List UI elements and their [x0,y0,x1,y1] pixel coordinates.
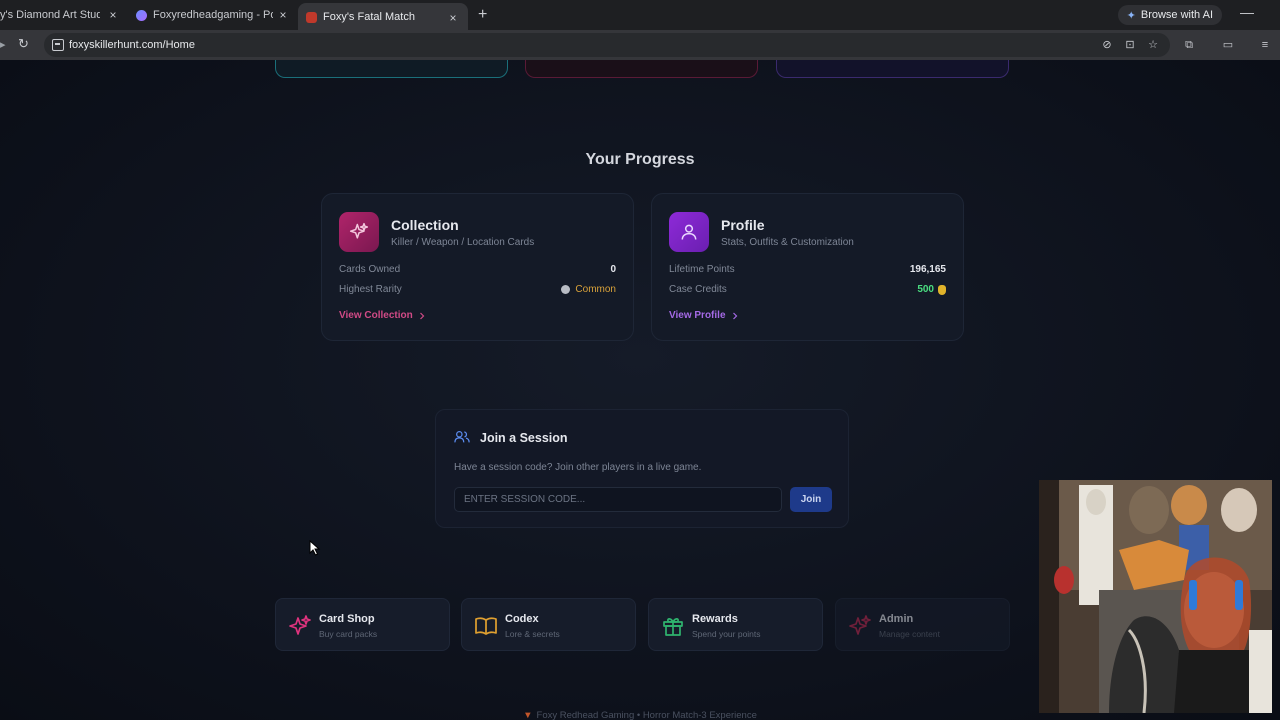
join-session-description: Have a session code? Join other players … [454,462,702,473]
highest-rarity-value: Common [575,284,616,295]
profile-card: Profile Stats, Outfits & Customization L… [651,193,964,341]
highest-rarity-row: Highest Rarity Common [339,284,616,298]
new-tab-button[interactable]: + [478,6,487,24]
join-session-panel: Join a Session Have a session code? Join… [435,409,849,528]
join-button[interactable]: Join [790,487,832,512]
case-credits-label: Case Credits [669,284,727,295]
view-profile-link[interactable]: View Profile [669,310,739,321]
rarity-badge: Common [561,284,616,295]
rewards-link[interactable]: Rewards Spend your points [648,598,823,651]
rewards-title: Rewards [692,613,738,625]
admin-link[interactable]: Admin Manage content [835,598,1010,651]
profile-title: Profile [721,217,765,233]
collection-title: Collection [391,217,459,233]
case-credits-row: Case Credits 500 [669,284,946,298]
case-credits: 500 [917,284,946,295]
top-card[interactable] [275,60,508,78]
eye-off-icon[interactable]: ⊘ [1100,38,1114,52]
forward-icon[interactable]: ▸ [0,38,6,51]
collection-subtitle: Killer / Weapon / Location Cards [391,237,535,248]
cards-owned-row: Cards Owned 0 [339,264,616,278]
lifetime-points-label: Lifetime Points [669,264,735,275]
tab-foxyredheadgaming-poster[interactable]: Foxyredheadgaming - Poster (U × [128,0,298,30]
reload-icon[interactable]: ↻ [18,36,29,52]
codex-subtitle: Lore & secrets [505,629,560,639]
admin-title: Admin [879,613,914,625]
profile-subtitle: Stats, Outfits & Customization [721,237,854,248]
codex-link[interactable]: Codex Lore & secrets [461,598,636,651]
close-icon[interactable]: × [106,8,120,22]
browse-with-ai-label: Browse with AI [1140,9,1213,21]
gift-icon [663,618,683,636]
top-card[interactable] [776,60,1009,78]
browser-tab-bar: y's Diamond Art Studio × Foxyredheadgami… [0,0,1280,31]
browser-toolbar: ▸ ↻ foxyskillerhunt.com/Home ⊘ ⊡ ☆ ⧉ ▭ ≡ [0,30,1280,60]
close-icon[interactable]: × [446,11,460,25]
tab-diamond-art-studio[interactable]: y's Diamond Art Studio × [0,0,128,30]
join-session-title: Join a Session [480,431,568,445]
sparkle-icon [849,615,871,635]
view-collection-link[interactable]: View Collection [339,310,426,321]
case-credits-value: 500 [917,284,934,295]
chevron-right-icon [419,312,425,319]
install-app-icon[interactable]: ⊡ [1123,38,1137,52]
webcam-image [1039,480,1272,713]
address-bar[interactable]: foxyskillerhunt.com/Home ⊘ ⊡ ☆ [44,33,1170,57]
cards-owned-value: 0 [610,264,616,275]
split-view-icon[interactable]: ▭ [1221,38,1235,52]
tab-title: Foxy's Fatal Match [323,11,415,23]
card-shop-link[interactable]: Card Shop Buy card packs [275,598,450,651]
sparkle-icon: ✦ [1126,9,1136,22]
view-collection-label: View Collection [339,310,413,321]
url-text[interactable]: foxyskillerhunt.com/Home [69,39,195,51]
section-title: Your Progress [585,151,695,168]
users-icon [454,431,470,443]
tab-title: Foxyredheadgaming - Poster (U [153,9,273,21]
view-profile-label: View Profile [669,310,726,321]
rewards-subtitle: Spend your points [692,629,761,639]
session-code-input[interactable] [454,487,782,512]
close-icon[interactable]: × [276,8,290,22]
site-info-icon[interactable] [52,39,64,51]
money-bag-icon [938,284,946,295]
browse-with-ai-button[interactable]: ✦ Browse with AI [1117,5,1222,25]
highest-rarity-label: Highest Rarity [339,284,402,295]
rarity-dot-icon [561,285,571,294]
extensions-icon[interactable]: ⧉ [1182,38,1196,52]
footer-text: Foxy Redhead Gaming • Horror Match-3 Exp… [536,710,757,720]
admin-subtitle: Manage content [879,629,940,639]
tab-foxys-fatal-match[interactable]: Foxy's Fatal Match × [298,3,468,31]
menu-icon[interactable]: ≡ [1258,38,1272,52]
user-icon [669,212,709,252]
lifetime-points-row: Lifetime Points 196,165 [669,264,946,278]
card-shop-subtitle: Buy card packs [319,629,378,639]
fox-icon: ▼ [523,710,533,720]
sparkle-icon [339,212,379,252]
chevron-right-icon [732,312,737,319]
favicon-icon [136,9,147,21]
tab-title: y's Diamond Art Studio [0,9,100,21]
top-card[interactable] [525,60,758,78]
lifetime-points-value: 196,165 [909,264,946,275]
webcam-overlay [1039,480,1272,713]
sparkle-icon [289,615,311,635]
collection-card: Collection Killer / Weapon / Location Ca… [321,193,634,341]
book-icon [475,617,497,635]
minimize-icon[interactable]: — [1240,4,1254,20]
codex-title: Codex [505,613,539,625]
card-shop-title: Card Shop [319,613,375,625]
favicon-icon [306,11,317,23]
cards-owned-label: Cards Owned [339,264,401,275]
bookmark-star-icon[interactable]: ☆ [1146,38,1160,52]
